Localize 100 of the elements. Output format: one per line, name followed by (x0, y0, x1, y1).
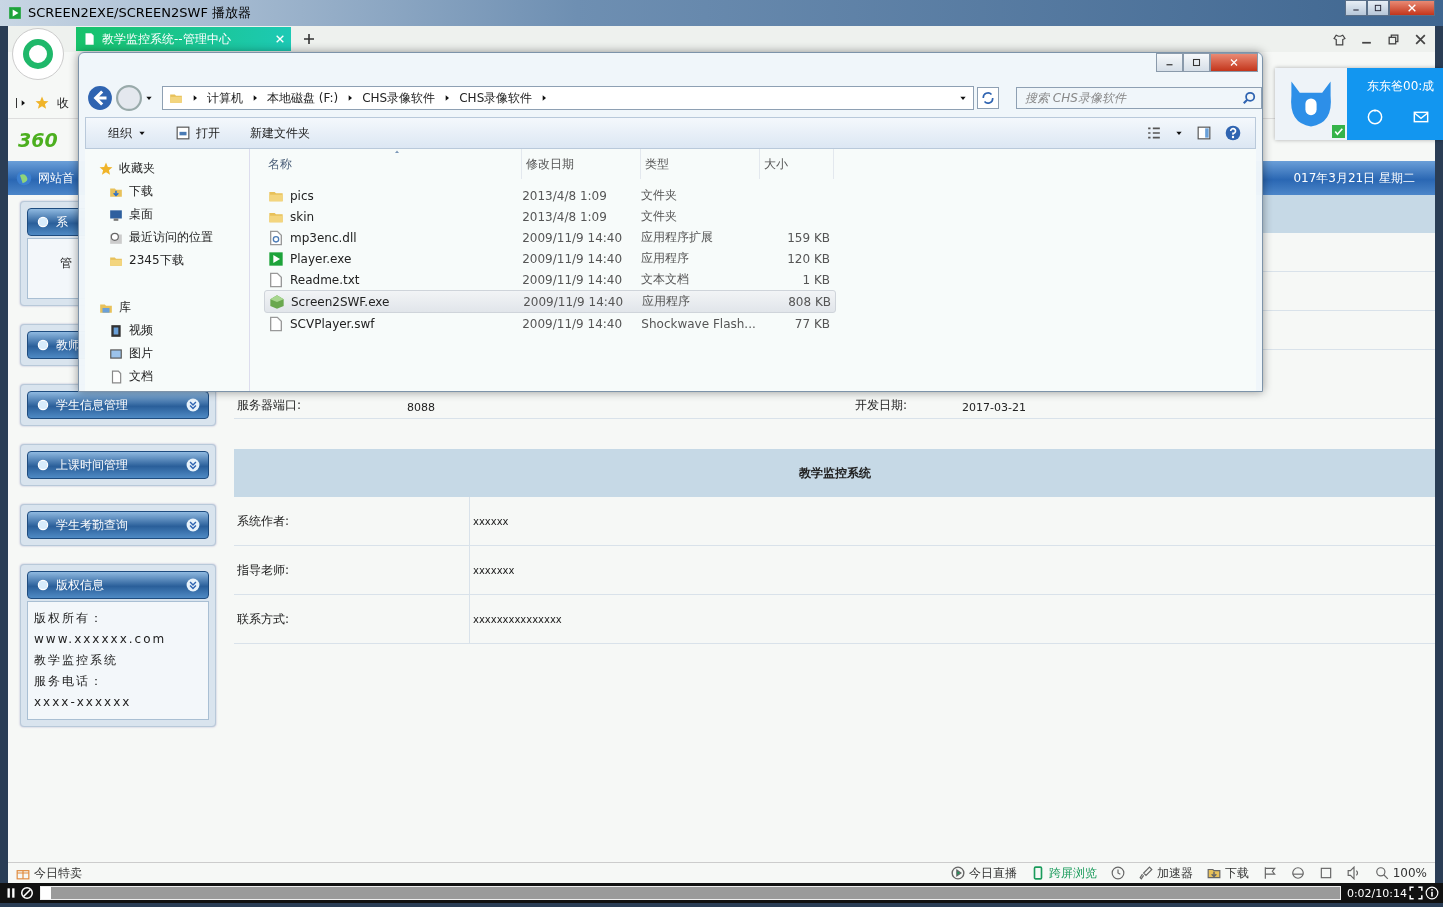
sidebar-text: 服务电话： (34, 673, 104, 690)
maximize-button[interactable] (1183, 53, 1210, 72)
sidebar-header[interactable]: 上课时间管理 (27, 451, 209, 479)
file-name: Readme.txt (290, 272, 360, 287)
globe-icon (16, 170, 32, 186)
mail-icon[interactable] (1413, 109, 1429, 125)
info-button[interactable] (1425, 886, 1439, 900)
nav-pane-item[interactable]: 视频 (99, 319, 249, 342)
nav-pane-item[interactable]: 图片 (99, 342, 249, 365)
maximize-button[interactable] (1367, 0, 1389, 16)
status-link[interactable]: 加速器 (1156, 864, 1193, 882)
toolbar-button[interactable]: 打开 (168, 124, 228, 142)
nav-pane-item[interactable]: 桌面 (99, 203, 249, 226)
search-field[interactable]: 搜索 CHS录像软件 (1016, 87, 1262, 109)
file-date: 2009/11/9 14:40 (522, 230, 624, 245)
status-link[interactable]: 今日直播 (968, 864, 1017, 882)
toolbar-button[interactable]: 组织 (100, 124, 154, 142)
progress-thumb[interactable] (41, 887, 51, 899)
file-row[interactable]: Player.exe 2009/11/9 14:40 应用程序 120 KB (264, 248, 834, 269)
column-header[interactable]: 修改日期 (522, 149, 642, 179)
flag-icon[interactable] (1262, 866, 1277, 880)
close-button[interactable] (1414, 32, 1427, 46)
search-icon[interactable] (1374, 866, 1389, 880)
status-link[interactable]: 跨屏浏览 (1048, 864, 1097, 882)
folder-download-icon[interactable] (1206, 866, 1221, 880)
caret-icon (138, 129, 146, 137)
status-link[interactable]: 今日特卖 (34, 864, 82, 882)
skin-icon[interactable] (1333, 32, 1346, 46)
status-link[interactable]: 100% (1392, 866, 1427, 880)
minimize-button[interactable] (1345, 0, 1367, 16)
fullscreen-button[interactable] (1409, 886, 1423, 900)
preview-pane-icon[interactable] (1197, 126, 1211, 140)
restore-button[interactable] (1387, 32, 1400, 46)
settings-file-icon (268, 229, 284, 246)
clock-icon[interactable] (1110, 866, 1125, 880)
help-icon[interactable] (1225, 125, 1241, 141)
address-bar[interactable]: 计算机 本地磁盘 (F:) CHS录像软件 CHS录像软件 (162, 86, 974, 110)
column-header[interactable]: 名称 (264, 149, 523, 179)
play-circle-icon[interactable] (950, 866, 965, 880)
file-name: Screen2SWF.exe (291, 294, 390, 309)
view-options-icon[interactable] (1147, 126, 1161, 140)
close-button[interactable] (1210, 53, 1258, 72)
file-row[interactable]: Screen2SWF.exe 2009/11/9 14:40 应用程序 808 KB (264, 290, 836, 313)
bullet-icon (36, 398, 50, 412)
nav-link[interactable]: 网站首 (38, 169, 74, 187)
table-cell-text: 联系方式: (236, 610, 291, 628)
nav-pane-item[interactable]: 最近访问的位置 (99, 226, 249, 249)
refresh-button[interactable] (977, 87, 999, 109)
rocket-icon[interactable] (1138, 866, 1153, 880)
column-header[interactable]: 大小 (760, 149, 834, 179)
date-text: 017年3月21日 星期二 (1293, 169, 1415, 187)
back-button[interactable] (87, 85, 113, 111)
sidebar-text: 管 (60, 255, 74, 272)
table-cell-text: 8088 (406, 401, 436, 416)
stop-button[interactable] (20, 886, 34, 900)
breadcrumb-item[interactable]: 计算机 (207, 89, 243, 107)
nav-pane-item[interactable]: 2345下载 (99, 249, 249, 272)
file-row[interactable]: mp3enc.dll 2009/11/9 14:40 应用程序扩展 159 KB (264, 227, 834, 248)
star-icon (99, 161, 113, 176)
speaker-icon[interactable] (1346, 866, 1361, 880)
history-dropdown-icon[interactable] (145, 94, 153, 102)
new-tab-button[interactable] (303, 33, 315, 45)
sidebar-text: 版权所有： (34, 610, 104, 627)
file-date: 2009/11/9 14:40 (522, 251, 624, 266)
sidebar-header[interactable]: 学生信息管理 (27, 391, 209, 419)
play-app-icon (268, 250, 284, 267)
status-link[interactable]: 下载 (1224, 864, 1249, 882)
emoji-icon[interactable] (1367, 109, 1383, 125)
file-size: 120 KB (787, 251, 830, 266)
nav-pane-item[interactable]: 库 (99, 296, 249, 319)
film-icon (109, 323, 123, 338)
table-cell: xxxxxx (469, 497, 1435, 545)
app-icon (8, 6, 22, 20)
file-row[interactable]: skin 2013/4/8 1:09 文件夹 (264, 206, 834, 227)
toolbar-button[interactable]: 新建文件夹 (242, 124, 318, 142)
bullet-icon (36, 578, 50, 592)
table-cell: xxxxxxxxxxxxxxx (469, 595, 1435, 643)
nav-pane-item[interactable]: 下载 (99, 180, 249, 203)
sidebar-toggle-icon[interactable] (16, 98, 27, 108)
nav-pane-item[interactable]: 收藏夹 (99, 157, 249, 180)
favorites-star-icon (35, 96, 49, 110)
chevron-icon (191, 94, 199, 102)
file-name: skin (290, 209, 315, 224)
file-row[interactable]: SCVPlayer.swf 2009/11/9 14:40 Shockwave Flash... 77 KB (264, 313, 834, 334)
recent-places-icon (109, 230, 123, 245)
file-row[interactable]: Readme.txt 2009/11/9 14:40 文本文档 1 KB (264, 269, 834, 290)
favorites-link[interactable]: 收 (57, 94, 69, 112)
table-cell-text: 2017-03-21 (961, 401, 1027, 416)
window-icon[interactable] (1318, 866, 1333, 880)
file-name: mp3enc.dll (290, 230, 357, 245)
nav-pane-item[interactable]: 文档 (99, 365, 249, 388)
sidebar-header[interactable]: 版权信息 (27, 571, 209, 599)
breadcrumb-item[interactable]: CHS录像软件 (459, 89, 533, 107)
file-row[interactable]: pics 2013/4/8 1:09 文件夹 (264, 185, 834, 206)
breadcrumb-item[interactable]: CHS录像软件 (362, 89, 436, 107)
column-header[interactable]: 类型 (641, 149, 761, 179)
breadcrumb-item[interactable]: 本地磁盘 (F:) (267, 89, 339, 107)
caret-icon[interactable] (1175, 129, 1183, 137)
browser-icon[interactable] (1290, 866, 1305, 880)
sidebar-header[interactable]: 学生考勤查询 (27, 511, 209, 539)
